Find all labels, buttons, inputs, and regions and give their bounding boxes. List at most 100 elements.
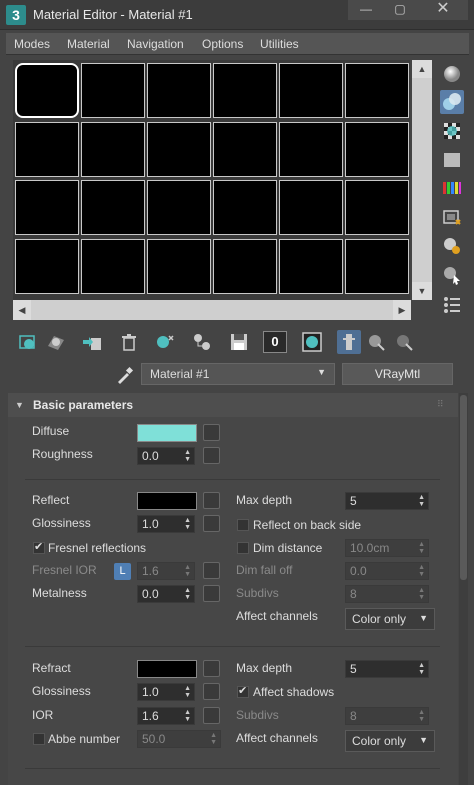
put-to-scene-icon[interactable] bbox=[44, 330, 68, 354]
spinner-arrows-icon[interactable]: ▲ ▼ bbox=[418, 564, 425, 578]
fresnel-ior-spinner[interactable]: 1.6 ▲ ▼ bbox=[137, 562, 195, 580]
sample-slot[interactable] bbox=[213, 122, 277, 177]
spinner-arrows-icon[interactable]: ▲ ▼ bbox=[210, 732, 217, 746]
ior-map-button[interactable] bbox=[203, 707, 220, 724]
sample-slot[interactable] bbox=[279, 180, 343, 235]
spinner-arrows-icon[interactable]: ▲ ▼ bbox=[184, 517, 191, 531]
background-checker-icon[interactable] bbox=[440, 119, 464, 143]
affect-shadows-checkbox[interactable] bbox=[237, 684, 249, 698]
dim-distance-spinner[interactable]: 10.0cm ▲ ▼ bbox=[345, 539, 429, 557]
scroll-left-icon[interactable]: ◀ bbox=[13, 300, 31, 320]
sample-uv-tiling-icon[interactable] bbox=[440, 148, 464, 172]
refract-glossiness-map-button[interactable] bbox=[203, 683, 220, 700]
abbe-number-spinner[interactable]: 50.0 ▲ ▼ bbox=[137, 730, 221, 748]
refract-map-button[interactable] bbox=[203, 660, 220, 677]
get-material-icon[interactable] bbox=[17, 330, 41, 354]
put-to-library-icon[interactable] bbox=[190, 330, 214, 354]
sample-slot[interactable] bbox=[81, 239, 145, 294]
menu-modes[interactable]: Modes bbox=[14, 37, 50, 51]
spinner-arrows-icon[interactable]: ▲ ▼ bbox=[184, 685, 191, 699]
show-shaded-material-icon[interactable] bbox=[300, 330, 324, 354]
material-navigator-icon[interactable] bbox=[440, 292, 464, 316]
spinner-arrows-icon[interactable]: ▲ ▼ bbox=[184, 587, 191, 601]
spinner-arrows-icon[interactable]: ▲ ▼ bbox=[418, 587, 425, 601]
material-options-icon[interactable] bbox=[440, 234, 464, 258]
reflect-glossiness-map-button[interactable] bbox=[203, 515, 220, 532]
slots-horizontal-scrollbar[interactable]: ◀ ▶ bbox=[13, 300, 411, 320]
sample-slot[interactable] bbox=[213, 239, 277, 294]
reflect-color-swatch[interactable] bbox=[137, 492, 197, 510]
delete-icon[interactable] bbox=[117, 330, 141, 354]
save-material-icon[interactable] bbox=[227, 330, 251, 354]
scrollbar-thumb[interactable] bbox=[460, 395, 467, 580]
sample-slot[interactable] bbox=[81, 122, 145, 177]
spinner-arrows-icon[interactable]: ▲ ▼ bbox=[184, 564, 191, 578]
sample-slot[interactable] bbox=[213, 180, 277, 235]
close-button[interactable]: ✕ bbox=[418, 0, 468, 20]
diffuse-color-swatch[interactable] bbox=[137, 424, 197, 442]
reflect-affect-channels-dropdown[interactable]: Color only ▼ bbox=[345, 608, 435, 630]
maximize-button[interactable]: ▢ bbox=[382, 0, 418, 20]
sample-slot[interactable] bbox=[15, 239, 79, 294]
go-forward-to-sibling-icon[interactable] bbox=[392, 330, 416, 354]
refract-color-swatch[interactable] bbox=[137, 660, 197, 678]
dim-falloff-spinner[interactable]: 0.0 ▲ ▼ bbox=[345, 562, 429, 580]
sample-slot[interactable] bbox=[345, 239, 409, 294]
roughness-spinner[interactable]: 0.0 ▲ ▼ bbox=[137, 447, 195, 465]
material-id-channel-button[interactable]: 0 bbox=[263, 331, 287, 353]
menu-material[interactable]: Material bbox=[67, 37, 110, 51]
sample-slot[interactable] bbox=[15, 122, 79, 177]
eyedropper-icon[interactable] bbox=[115, 365, 135, 385]
sample-slot[interactable] bbox=[279, 63, 343, 118]
reflect-map-button[interactable] bbox=[203, 492, 220, 509]
menu-navigation[interactable]: Navigation bbox=[127, 37, 184, 51]
spinner-arrows-icon[interactable]: ▲ ▼ bbox=[418, 709, 425, 723]
spinner-arrows-icon[interactable]: ▲ ▼ bbox=[418, 541, 425, 555]
sample-slot[interactable] bbox=[345, 63, 409, 118]
sample-slot[interactable] bbox=[147, 63, 211, 118]
abbe-number-checkbox[interactable] bbox=[33, 733, 45, 745]
sample-slot[interactable] bbox=[279, 239, 343, 294]
refract-max-depth-spinner[interactable]: 5 ▲ ▼ bbox=[345, 660, 429, 678]
reflect-max-depth-spinner[interactable]: 5 ▲ ▼ bbox=[345, 492, 429, 510]
go-to-parent-icon[interactable] bbox=[364, 330, 388, 354]
sample-slot[interactable] bbox=[147, 180, 211, 235]
sample-slot[interactable] bbox=[213, 63, 277, 118]
sample-slot[interactable] bbox=[15, 180, 79, 235]
sample-slot[interactable] bbox=[345, 180, 409, 235]
collapse-arrow-icon[interactable]: ▼ bbox=[15, 400, 24, 410]
sample-slot[interactable] bbox=[279, 122, 343, 177]
reflect-glossiness-spinner[interactable]: 1.0 ▲ ▼ bbox=[137, 515, 195, 533]
sample-slot[interactable] bbox=[81, 180, 145, 235]
fresnel-ior-map-button[interactable] bbox=[203, 562, 220, 579]
make-unique-icon[interactable] bbox=[153, 330, 177, 354]
video-color-check-icon[interactable] bbox=[440, 176, 464, 200]
roughness-map-button[interactable] bbox=[203, 447, 220, 464]
grip-icon[interactable]: ⠿ bbox=[437, 400, 447, 410]
sample-slot[interactable] bbox=[345, 122, 409, 177]
spinner-arrows-icon[interactable]: ▲ ▼ bbox=[418, 494, 425, 508]
scroll-up-icon[interactable]: ▲ bbox=[412, 60, 432, 78]
menu-utilities[interactable]: Utilities bbox=[260, 37, 299, 51]
ior-spinner[interactable]: 1.6 ▲ ▼ bbox=[137, 707, 195, 725]
diffuse-map-button[interactable] bbox=[203, 424, 220, 441]
spinner-arrows-icon[interactable]: ▲ ▼ bbox=[184, 709, 191, 723]
fresnel-reflections-checkbox[interactable] bbox=[33, 540, 45, 554]
minimize-button[interactable]: — bbox=[348, 0, 384, 20]
make-preview-icon[interactable] bbox=[440, 206, 464, 230]
refract-glossiness-spinner[interactable]: 1.0 ▲ ▼ bbox=[137, 683, 195, 701]
assign-to-selection-icon[interactable] bbox=[80, 330, 104, 354]
panel-scrollbar[interactable] bbox=[459, 393, 468, 785]
sample-slot[interactable] bbox=[81, 63, 145, 118]
material-type-button[interactable]: VRayMtl bbox=[342, 363, 453, 385]
sample-slot[interactable] bbox=[15, 63, 79, 118]
select-by-material-icon[interactable] bbox=[440, 263, 464, 287]
reflect-back-side-checkbox[interactable] bbox=[237, 519, 249, 531]
material-name-dropdown[interactable]: Material #1 ▼ bbox=[141, 363, 335, 385]
metalness-map-button[interactable] bbox=[203, 585, 220, 602]
spinner-arrows-icon[interactable]: ▲ ▼ bbox=[184, 449, 191, 463]
spinner-arrows-icon[interactable]: ▲ ▼ bbox=[418, 662, 425, 676]
refract-subdivs-spinner[interactable]: 8 ▲ ▼ bbox=[345, 707, 429, 725]
show-end-result-icon[interactable] bbox=[337, 330, 361, 354]
sample-slot[interactable] bbox=[147, 122, 211, 177]
